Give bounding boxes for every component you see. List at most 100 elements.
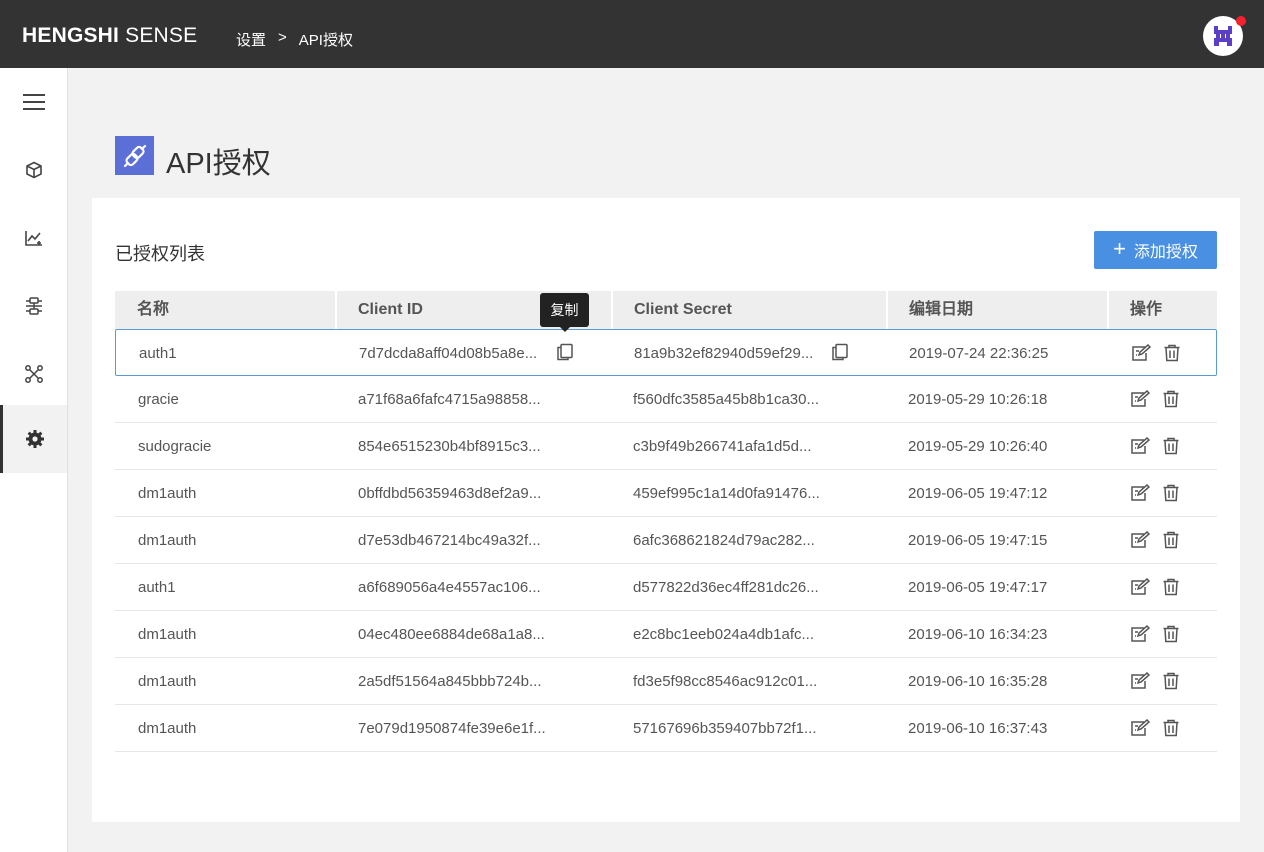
- auth-list-title: 已授权列表: [115, 244, 205, 264]
- sidebar: [0, 68, 68, 852]
- table-row[interactable]: sudogracie 854e6515230b4bf8915c3... c3b9f4…: [115, 423, 1217, 470]
- cell-name: dm1auth: [138, 626, 197, 643]
- edit-icon[interactable]: [1130, 718, 1151, 742]
- cell-client-id: 7d7dcda8aff04d08b5a8e...: [359, 345, 538, 362]
- network-icon: [24, 365, 43, 383]
- table-row[interactable]: gracie a71f68a6fafc4715a98858... f560dfc35…: [115, 376, 1217, 423]
- breadcrumb-settings[interactable]: 设置: [236, 29, 266, 50]
- edit-icon[interactable]: [1130, 436, 1151, 460]
- cell-edit-date: 2019-07-24 22:36:25: [909, 345, 1049, 362]
- cell-edit-date: 2019-06-05 19:47:12: [908, 485, 1048, 502]
- cell-edit-date: 2019-05-29 10:26:40: [908, 438, 1048, 455]
- sidebar-item-network[interactable]: [0, 340, 67, 408]
- cell-client-secret: fd3e5f98cc8546ac912c01...: [633, 673, 818, 690]
- sidebar-item-data[interactable]: [0, 272, 67, 340]
- cell-client-id: 2a5df51564a845bbb724b...: [358, 673, 542, 690]
- cell-client-secret: 459ef995c1a14d0fa91476...: [633, 485, 820, 502]
- edit-icon[interactable]: [1130, 389, 1151, 413]
- edit-icon[interactable]: [1130, 671, 1151, 695]
- notification-dot: [1236, 16, 1246, 26]
- table-row[interactable]: dm1auth d7e53db467214bc49a32f... 6afc36862…: [115, 517, 1217, 564]
- plus-icon: +: [1113, 236, 1126, 261]
- copy-tooltip: 复制: [540, 293, 589, 332]
- table-row[interactable]: dm1auth 04ec480ee6884de68a1a8... e2c8bc1ee…: [115, 611, 1217, 658]
- edit-icon[interactable]: [1131, 343, 1152, 367]
- delete-icon[interactable]: [1162, 484, 1180, 507]
- column-header-client-secret: Client Secret: [634, 301, 732, 318]
- table-row[interactable]: dm1auth 2a5df51564a845bbb724b... fd3e5f98c…: [115, 658, 1217, 705]
- cell-edit-date: 2019-06-10 16:35:28: [908, 673, 1048, 690]
- cell-client-id: 04ec480ee6884de68a1a8...: [358, 626, 545, 643]
- cell-client-id: d7e53db467214bc49a32f...: [358, 532, 541, 549]
- cell-name: dm1auth: [138, 532, 197, 549]
- table-row[interactable]: dm1auth 7e079d1950874fe39e6e1f... 57167696…: [115, 705, 1217, 752]
- cell-client-secret: d577822d36ec4ff281dc26...: [633, 579, 819, 596]
- breadcrumb-separator: >: [278, 29, 287, 46]
- edit-icon[interactable]: [1130, 483, 1151, 507]
- edit-icon[interactable]: [1130, 530, 1151, 554]
- cell-client-secret: 57167696b359407bb72f1...: [633, 720, 817, 737]
- sidebar-item-settings[interactable]: [0, 405, 67, 473]
- table-header: 名称 Client ID Client Secret 编辑日期 操作: [115, 291, 1217, 329]
- delete-icon[interactable]: [1162, 719, 1180, 742]
- table-row[interactable]: auth1 7d7dcda8aff04d08b5a8e... 81a9b32ef82…: [115, 329, 1217, 376]
- copy-client-id-icon[interactable]: [556, 343, 574, 366]
- cell-client-id: a71f68a6fafc4715a98858...: [358, 391, 541, 408]
- avatar-robot-icon: [1214, 26, 1232, 46]
- link-icon: [123, 144, 146, 167]
- column-header-client-id: Client ID: [358, 301, 423, 318]
- cell-edit-date: 2019-06-10 16:34:23: [908, 626, 1048, 643]
- edit-icon[interactable]: [1130, 577, 1151, 601]
- cell-client-secret: e2c8bc1eeb024a4db1afc...: [633, 626, 814, 643]
- cell-edit-date: 2019-06-10 16:37:43: [908, 720, 1048, 737]
- logo-light-text: SENSE: [125, 24, 198, 47]
- cell-client-secret: 6afc368621824d79ac282...: [633, 532, 815, 549]
- cell-name: dm1auth: [138, 673, 197, 690]
- cell-name: gracie: [138, 391, 179, 408]
- column-header-name: 名称: [137, 301, 170, 318]
- delete-icon[interactable]: [1163, 344, 1181, 367]
- table-row[interactable]: dm1auth 0bffdbd56359463d8ef2a9... 459ef995…: [115, 470, 1217, 517]
- edit-icon[interactable]: [1130, 624, 1151, 648]
- delete-icon[interactable]: [1162, 625, 1180, 648]
- breadcrumb: 设置 > API授权: [236, 29, 353, 50]
- cell-name: auth1: [138, 579, 176, 596]
- cell-name: auth1: [139, 345, 177, 362]
- app-logo[interactable]: HENGSHI SENSE: [22, 24, 197, 48]
- data-icon: [25, 297, 42, 315]
- column-header-edit-date: 编辑日期: [909, 301, 974, 318]
- cell-client-secret: f560dfc3585a45b8b1ca30...: [633, 391, 819, 408]
- cell-edit-date: 2019-05-29 10:26:18: [908, 391, 1048, 408]
- logo-bold-text: HENGSHI: [22, 24, 120, 47]
- page-title: API授权: [166, 148, 271, 180]
- cube-icon: [25, 161, 42, 179]
- chart-icon: [24, 231, 42, 246]
- column-header-actions: 操作: [1130, 301, 1163, 318]
- delete-icon[interactable]: [1162, 531, 1180, 554]
- delete-icon[interactable]: [1162, 437, 1180, 460]
- sidebar-item-dashboard[interactable]: [0, 204, 67, 272]
- cell-name: dm1auth: [138, 485, 197, 502]
- copy-client-secret-icon[interactable]: [831, 343, 849, 366]
- cell-name: dm1auth: [138, 720, 197, 737]
- delete-icon[interactable]: [1162, 578, 1180, 601]
- add-auth-button[interactable]: + 添加授权: [1094, 231, 1217, 269]
- api-title-icon: [115, 136, 154, 175]
- add-auth-label: 添加授权: [1133, 244, 1198, 261]
- sidebar-menu-toggle[interactable]: [0, 68, 67, 136]
- breadcrumb-current: API授权: [298, 32, 353, 49]
- cell-client-secret: c3b9f49b266741afa1d5d...: [633, 438, 812, 455]
- cell-edit-date: 2019-06-05 19:47:15: [908, 532, 1048, 549]
- cell-client-id: 0bffdbd56359463d8ef2a9...: [358, 485, 542, 502]
- cell-client-secret: 81a9b32ef82940d59ef29...: [634, 345, 814, 362]
- sidebar-item-apps[interactable]: [0, 136, 67, 204]
- cell-edit-date: 2019-06-05 19:47:17: [908, 579, 1048, 596]
- top-bar: HENGSHI SENSE 设置 > API授权: [0, 0, 1264, 68]
- cell-name: sudogracie: [138, 438, 212, 455]
- cell-client-id: 854e6515230b4bf8915c3...: [358, 438, 541, 455]
- gear-icon: [26, 430, 44, 448]
- table-row[interactable]: auth1 a6f689056a4e4557ac106... d577822d36e…: [115, 564, 1217, 611]
- delete-icon[interactable]: [1162, 390, 1180, 413]
- delete-icon[interactable]: [1162, 672, 1180, 695]
- cell-client-id: a6f689056a4e4557ac106...: [358, 579, 541, 596]
